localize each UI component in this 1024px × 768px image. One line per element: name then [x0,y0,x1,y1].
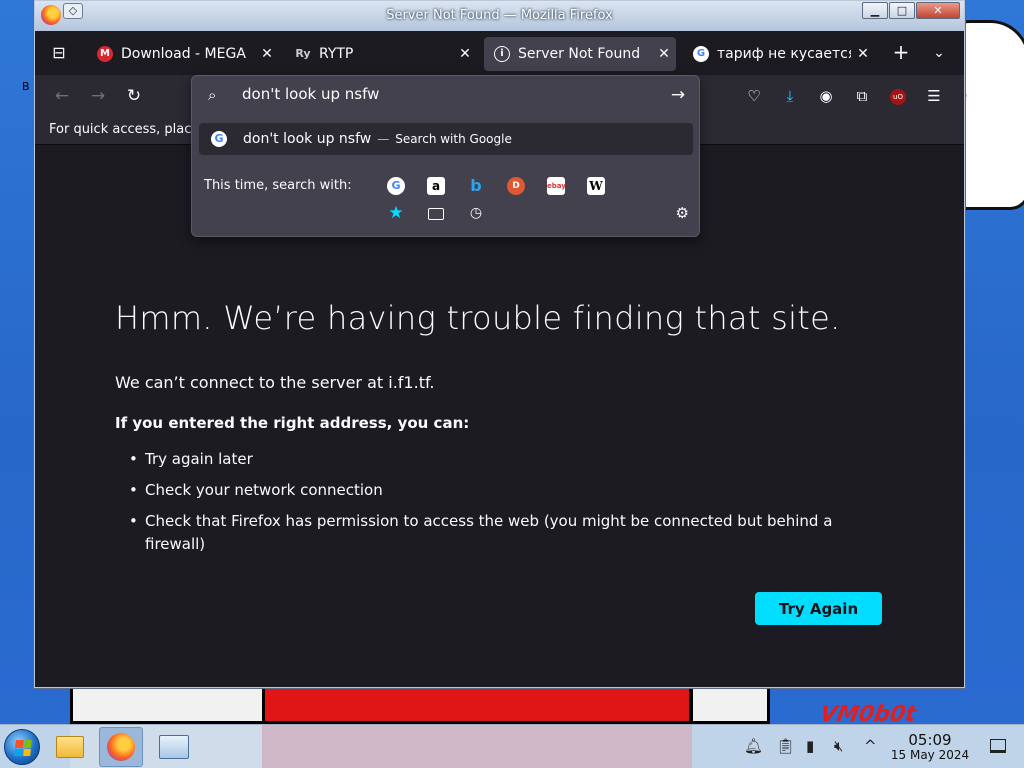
minimize-button[interactable]: ▁ [862,2,888,19]
wallpaper-logo: VM0b0t [817,702,919,724]
tab-close-icon[interactable]: ✕ [255,46,279,62]
battery-icon[interactable]: ▮ [806,737,814,755]
page-title: Hmm. We’re having trouble finding that s… [115,299,841,337]
error-subheading: If you entered the right address, you ca… [115,414,470,432]
one-off-search-label: This time, search with: [204,178,352,193]
wallpaper-tiny-text: B [22,80,30,93]
taskbar: 🔔︎ 📋︎ ▮ 🔇︎ ^ 05:09 15 May 2024 [0,724,1024,768]
chevron-up-icon[interactable]: ^ [864,737,877,755]
firefox-icon [107,733,135,761]
google-icon: G [211,131,227,147]
search-suggestion-row[interactable]: G don't look up nsfw — Search with Googl… [199,123,693,155]
google-engine-icon[interactable]: G [387,177,405,195]
tab-rytp[interactable]: Ry RYTP ✕ [285,37,477,71]
list-item: Check that Firefox has permission to acc… [115,510,845,556]
rytp-icon: Ry [295,47,311,60]
tabs-icon[interactable] [428,208,444,220]
url-input[interactable] [242,85,642,103]
wallpaper-shape [70,684,265,724]
suggestion-action: Search with Google [395,132,512,146]
windows-flag-icon [14,740,32,756]
extensions-icon[interactable]: ⧉ [844,81,880,111]
reload-button[interactable]: ↻ [119,81,149,111]
clock-date[interactable]: 15 May 2024 [880,748,980,762]
tab-label: тариф не кусается [717,46,851,62]
suggestion-separator: — [377,132,390,146]
list-item: Check your network connection [115,479,845,502]
tab-close-icon[interactable]: ✕ [851,46,875,62]
suggestion-list: Try again later Check your network conne… [115,448,845,564]
tab-strip: ⊟ M Download - MEGA ✕ Ry RYTP ✕ i Server… [35,31,964,75]
new-tab-button[interactable]: + [887,39,915,67]
volume-muted-icon[interactable]: 🔇︎ [834,737,843,755]
ebay-engine-icon[interactable]: ebay [547,177,566,195]
duckduckgo-engine-icon[interactable]: D [507,177,525,195]
control-panel-icon [159,735,189,759]
taskbar-backdrop [262,725,692,768]
clock-time[interactable]: 05:09 [900,731,960,749]
list-item: Try again later [115,448,845,471]
forward-button[interactable]: → [83,81,113,111]
urlbar-popup: ⌕ → G don't look up nsfw — Search with G… [191,75,700,237]
wallpaper-shape [262,684,692,724]
pocket-icon[interactable]: ♡ [736,81,772,111]
amazon-engine-icon[interactable]: a [427,177,445,195]
control-panel-taskbar-button[interactable] [152,727,196,767]
start-button[interactable] [4,729,40,765]
tab-mega[interactable]: M Download - MEGA ✕ [87,37,279,71]
google-icon: G [693,46,709,62]
notifications-bell-icon[interactable]: 🔔︎ [744,737,763,755]
maximize-button[interactable]: □ [889,2,915,19]
suggestion-query: don't look up nsfw [243,131,372,147]
go-arrow-icon[interactable]: → [667,84,689,106]
error-description: We can’t connect to the server at i.f1.t… [115,373,435,392]
bing-engine-icon[interactable]: b [467,177,485,195]
wallpaper-shape [690,684,770,724]
clipboard-icon[interactable]: 📋︎ [776,737,795,755]
info-icon: i [494,46,510,62]
account-icon[interactable]: ◉ [808,81,844,111]
close-window-button[interactable]: ✕ [916,2,960,19]
list-all-tabs-button[interactable]: ⌄ [925,39,953,67]
tab-label: RYTP [319,46,354,62]
search-icon: ⌕ [208,86,217,104]
tab-close-icon[interactable]: ✕ [453,46,477,62]
firefox-view-button[interactable]: ⊟ [41,37,77,69]
menu-icon[interactable]: ☰ [916,81,952,111]
ublock-icon[interactable]: uO [880,81,916,111]
show-desktop-icon[interactable] [990,739,1006,753]
search-settings-gear-icon[interactable]: ⚙ [676,204,689,222]
back-button[interactable]: ← [47,81,77,111]
title-bar[interactable]: ◇ Server Not Found — Mozilla Firefox ▁ □… [35,1,964,31]
tab-label: Server Not Found [518,46,641,62]
tab-server-not-found[interactable]: i Server Not Found ✕ [484,37,676,71]
firefox-taskbar-button[interactable] [99,727,143,767]
downloads-icon[interactable]: ⤓ [772,81,808,111]
history-clock-icon[interactable]: ◷ [467,204,485,222]
mega-icon: M [97,46,113,62]
file-manager-taskbar-button[interactable] [48,727,92,767]
tab-label: Download - MEGA [121,46,246,62]
wikipedia-engine-icon[interactable]: W [587,177,605,195]
tab-google-search[interactable]: G тариф не кусается ✕ [683,37,875,71]
folder-icon [56,736,84,758]
bookmarks-star-icon[interactable]: ★ [387,204,405,222]
try-again-button[interactable]: Try Again [755,592,882,625]
bookmarks-hint: For quick access, plac [49,122,192,137]
window-title: Server Not Found — Mozilla Firefox [386,8,613,23]
tab-close-icon[interactable]: ✕ [652,46,676,62]
